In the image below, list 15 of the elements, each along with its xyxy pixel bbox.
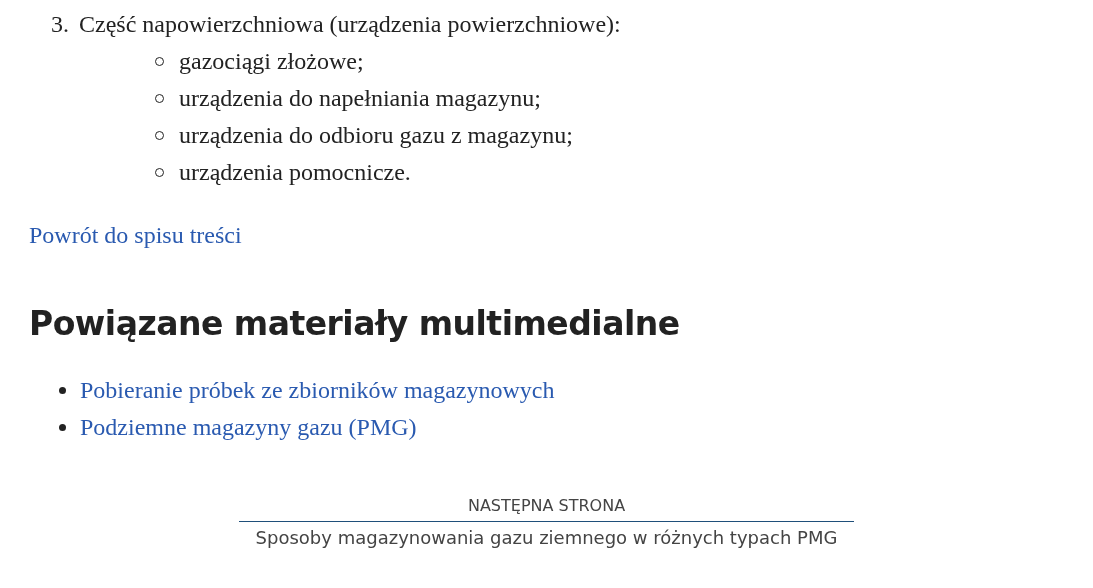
next-page-label: NASTĘPNA STRONA — [467, 495, 626, 517]
bullet-icon — [59, 424, 66, 431]
sub-item-text: urządzenia do odbioru gazu z magazynu; — [179, 121, 573, 150]
bullet-icon — [59, 387, 66, 394]
next-page-title: Sposoby magazynowania gazu ziemnego w różnych typach PMG — [255, 526, 838, 550]
section-heading: Powiązane materiały multimedialne — [28, 304, 681, 344]
sub-item-text: gazociągi złożowe; — [179, 47, 364, 76]
sub-item-text: urządzenia pomocnicze. — [179, 158, 411, 187]
next-page-link[interactable]: NASTĘPNA STRONA Sposoby magazynowania gazu ziemnego w różnych typach PMG — [239, 494, 854, 551]
back-link[interactable]: Powrót do spisu treści — [29, 222, 242, 248]
related-link[interactable]: Podziemne magazyny gazu (PMG) — [80, 409, 417, 446]
related-link[interactable]: Pobieranie próbek ze zbiorników magazynowych — [80, 372, 555, 409]
list-item-text: Część napowierzchniowa (urządzenia powierzchniowe): — [79, 10, 621, 39]
sub-item-text: urządzenia do napełniania magazynu; — [179, 84, 541, 113]
list-number: 3. — [51, 10, 70, 39]
